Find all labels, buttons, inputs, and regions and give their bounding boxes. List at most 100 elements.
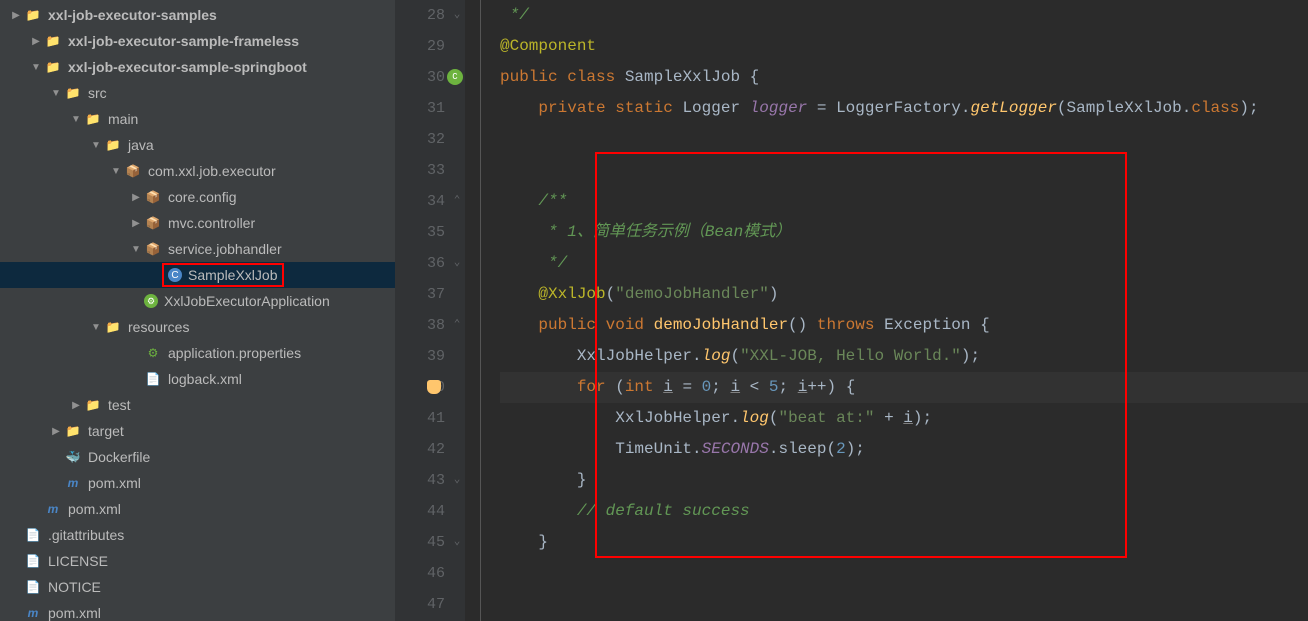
tree-item-application-properties[interactable]: ⚙application.properties <box>0 340 395 366</box>
line-number: 36⌄ <box>395 248 445 279</box>
tree-item-xxljobexecutorapplication[interactable]: ⚙XxlJobExecutorApplication <box>0 288 395 314</box>
tree-label: SampleXxlJob <box>188 267 278 283</box>
tree-label: src <box>88 85 107 101</box>
tree-item-src[interactable]: 📁src <box>0 80 395 106</box>
intention-bulb-icon[interactable] <box>427 380 441 394</box>
code-line[interactable]: @Component <box>500 31 1308 62</box>
folder-orange-icon: 📁 <box>64 422 82 440</box>
tree-item-com-xxl-job-executor[interactable]: 📦com.xxl.job.executor <box>0 158 395 184</box>
spring-gutter-icon[interactable]: C <box>447 69 463 85</box>
code-line[interactable] <box>500 589 1308 620</box>
tree-label: Dockerfile <box>88 449 150 465</box>
tree-label: application.properties <box>168 345 301 361</box>
tree-arrow-icon[interactable] <box>110 166 122 177</box>
folder-icon: 📁 <box>24 6 42 24</box>
folder-resources-icon: 📁 <box>104 318 122 336</box>
line-number: 30C <box>395 62 445 93</box>
tree-label: LICENSE <box>48 553 108 569</box>
tree-label: logback.xml <box>168 371 242 387</box>
fold-marker-icon[interactable]: ⌃ <box>449 317 465 333</box>
tree-arrow-icon[interactable] <box>130 192 142 203</box>
folder-icon: 📁 <box>84 110 102 128</box>
code-line[interactable]: } <box>500 465 1308 496</box>
code-line[interactable]: */ <box>500 0 1308 31</box>
tree-arrow-icon[interactable] <box>130 244 142 255</box>
fold-marker-icon[interactable]: ⌄ <box>449 472 465 488</box>
tree-item-resources[interactable]: 📁resources <box>0 314 395 340</box>
tree-item-notice[interactable]: 📄NOTICE <box>0 574 395 600</box>
tree-arrow-icon[interactable] <box>50 426 62 437</box>
folder-icon: 📁 <box>44 58 62 76</box>
tree-arrow-icon[interactable] <box>70 400 82 411</box>
code-editor[interactable]: 28⌄2930C31323334⌃3536⌄3738⌃3940414243⌄44… <box>395 0 1308 621</box>
code-line[interactable]: } <box>500 527 1308 558</box>
tree-arrow-icon[interactable] <box>50 88 62 99</box>
project-tree[interactable]: 📁xxl-job-executor-samples📁xxl-job-execut… <box>0 0 395 621</box>
code-line[interactable]: * 1、简单任务示例（Bean模式） <box>500 217 1308 248</box>
tree-item-core-config[interactable]: 📦core.config <box>0 184 395 210</box>
tree-item-target[interactable]: 📁target <box>0 418 395 444</box>
code-line[interactable]: XxlJobHelper.log("beat at:" + i); <box>500 403 1308 434</box>
tree-item-logback-xml[interactable]: 📄logback.xml <box>0 366 395 392</box>
tree-label: XxlJobExecutorApplication <box>164 293 330 309</box>
tree-label: xxl-job-executor-samples <box>48 7 217 23</box>
code-line[interactable] <box>500 558 1308 589</box>
tree-item--gitattributes[interactable]: 📄.gitattributes <box>0 522 395 548</box>
line-number: 46 <box>395 558 445 589</box>
tree-label: main <box>108 111 138 127</box>
file-icon: 📄 <box>24 552 42 570</box>
line-number: 45⌄ <box>395 527 445 558</box>
line-number: 39 <box>395 341 445 372</box>
code-line[interactable]: private static Logger logger = LoggerFac… <box>500 93 1308 124</box>
tree-arrow-icon[interactable] <box>90 140 102 151</box>
code-line[interactable]: */ <box>500 248 1308 279</box>
code-line[interactable]: XxlJobHelper.log("XXL-JOB, Hello World."… <box>500 341 1308 372</box>
line-number: 47 <box>395 589 445 620</box>
tree-item-dockerfile[interactable]: 🐳Dockerfile <box>0 444 395 470</box>
tree-item-test[interactable]: 📁test <box>0 392 395 418</box>
tree-arrow-icon[interactable] <box>130 218 142 229</box>
code-line[interactable]: public void demoJobHandler() throws Exce… <box>500 310 1308 341</box>
tree-item-pom-xml[interactable]: mpom.xml <box>0 496 395 522</box>
fold-marker-icon[interactable]: ⌃ <box>449 193 465 209</box>
tree-label: xxl-job-executor-sample-springboot <box>68 59 307 75</box>
tree-item-xxl-job-executor-sample-springboot[interactable]: 📁 xxl-job-executor-sample-springboot <box>0 54 395 80</box>
tree-item-pom-xml[interactable]: mpom.xml <box>0 470 395 496</box>
fold-marker-icon[interactable]: ⌄ <box>449 534 465 550</box>
tree-item-xxl-job-executor-sample-frameless[interactable]: 📁xxl-job-executor-sample-frameless <box>0 28 395 54</box>
tree-label: core.config <box>168 189 236 205</box>
line-number: 43⌄ <box>395 465 445 496</box>
tree-arrow-icon[interactable] <box>10 10 22 21</box>
code-line[interactable]: @XxlJob("demoJobHandler") <box>500 279 1308 310</box>
tree-label: service.jobhandler <box>168 241 282 257</box>
code-line[interactable] <box>500 124 1308 155</box>
folder-src-icon: 📁 <box>104 136 122 154</box>
fold-marker-icon[interactable]: ⌄ <box>449 7 465 23</box>
tree-item-xxl-job-executor-samples[interactable]: 📁 xxl-job-executor-samples <box>0 2 395 28</box>
code-line[interactable]: public class SampleXxlJob { <box>500 62 1308 93</box>
fold-marker-icon[interactable]: ⌄ <box>449 255 465 271</box>
tree-item-license[interactable]: 📄 LICENSE <box>0 548 395 574</box>
tree-item-mvc-controller[interactable]: 📦mvc.controller <box>0 210 395 236</box>
tree-arrow-icon[interactable] <box>30 36 42 47</box>
tree-arrow-icon[interactable] <box>30 62 42 73</box>
code-area[interactable]: */@Componentpublic class SampleXxlJob { … <box>465 0 1308 621</box>
package-icon: 📦 <box>144 240 162 258</box>
code-line[interactable] <box>500 155 1308 186</box>
code-line[interactable]: /** <box>500 186 1308 217</box>
file-icon: 📄 <box>24 578 42 596</box>
tree-item-samplexxljob[interactable]: CSampleXxlJob <box>0 262 395 288</box>
code-line[interactable]: // default success <box>500 496 1308 527</box>
code-line[interactable]: TimeUnit.SECONDS.sleep(2); <box>500 434 1308 465</box>
code-line[interactable]: for (int i = 0; i < 5; i++) { <box>500 372 1308 403</box>
tree-arrow-icon[interactable] <box>90 322 102 333</box>
line-number: 37 <box>395 279 445 310</box>
line-gutter: 28⌄2930C31323334⌃3536⌄3738⌃3940414243⌄44… <box>395 0 465 621</box>
tree-item-main[interactable]: 📁 main <box>0 106 395 132</box>
line-number: 33 <box>395 155 445 186</box>
tree-arrow-icon[interactable] <box>70 114 82 125</box>
tree-item-service-jobhandler[interactable]: 📦 service.jobhandler <box>0 236 395 262</box>
tree-label: .gitattributes <box>48 527 124 543</box>
tree-item-pom-xml[interactable]: mpom.xml <box>0 600 395 621</box>
tree-item-java[interactable]: 📁java <box>0 132 395 158</box>
